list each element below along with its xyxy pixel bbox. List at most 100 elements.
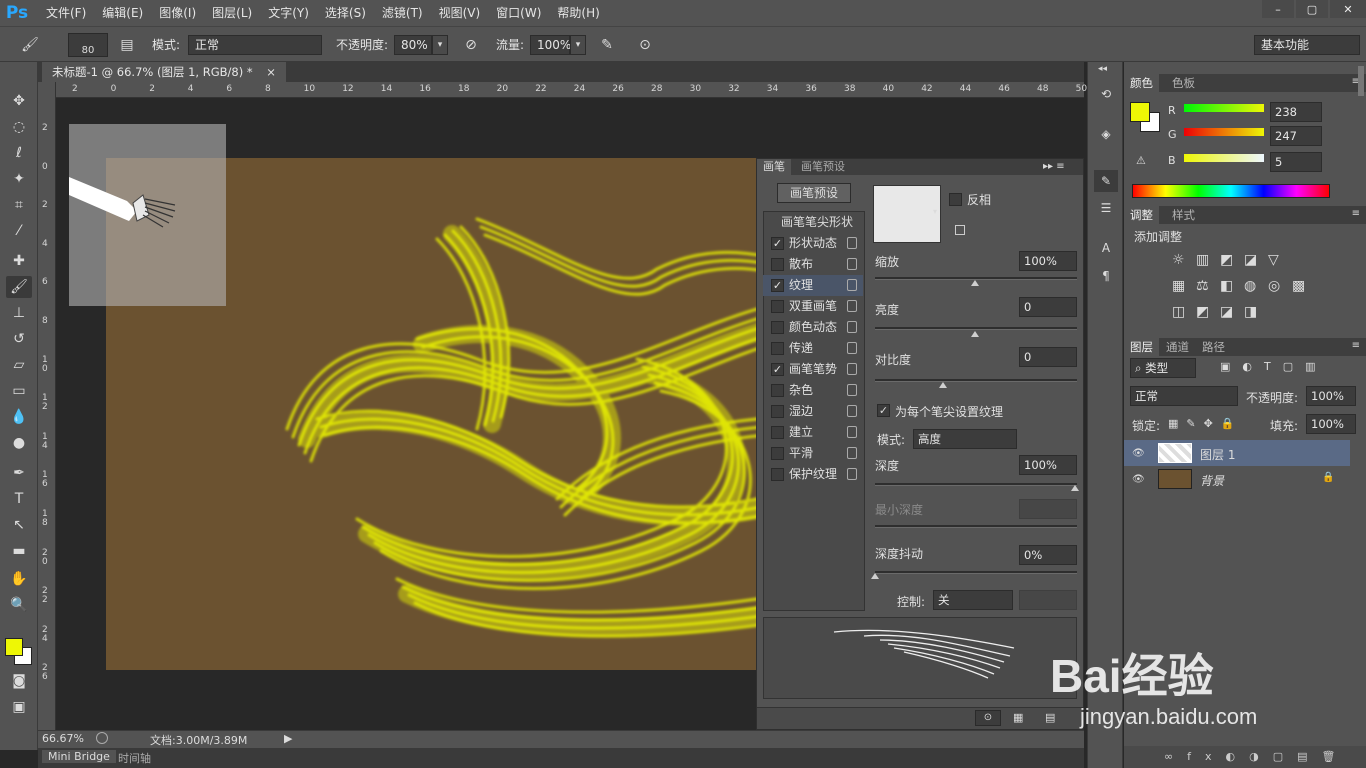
lock-icon[interactable] [847,447,857,459]
adjustment-icon[interactable]: ◩ [1196,304,1209,320]
layer-row-background[interactable]: 👁 背景 🔒 [1124,466,1350,492]
brush-tip-shape-item[interactable]: 画笔笔尖形状 [781,213,853,230]
lock-icons[interactable]: ▦✎✥🔒 [1168,417,1243,430]
layer-filter-select[interactable]: ⌕ 类型 [1130,358,1196,378]
brush-option-item[interactable]: ✓ 形状动态 [763,233,863,254]
blur-tool-icon[interactable]: 💧 [6,406,32,428]
brush-presets-button[interactable]: 画笔预设 [777,183,851,203]
brush-option-item[interactable]: ✓ 画笔笔势 [763,359,863,380]
type-tool-icon[interactable]: T [6,488,32,510]
rectangle-tool-icon[interactable]: ▬ [6,540,32,562]
panel-collapse-icon[interactable]: ▸▸ ≡ [1043,159,1065,175]
menu-item[interactable]: 编辑(E) [96,0,149,26]
adjustment-icon[interactable]: ◪ [1220,304,1233,320]
scale-input[interactable]: 100% [1019,251,1077,271]
brush-option-checkbox[interactable]: ✓ [771,237,784,250]
mode-select[interactable]: 正常 [188,35,322,55]
dodge-tool-icon[interactable]: ● [6,432,32,454]
menu-item[interactable]: 文字(Y) [262,0,315,26]
brush-panel-icon[interactable]: ✎ [1094,170,1118,192]
texture-swatch[interactable] [873,185,941,243]
character-panel-icon[interactable]: A [1097,240,1115,256]
tab-channels[interactable]: 通道 [1160,338,1195,356]
contrast-slider-track[interactable] [875,379,1077,382]
adjust-panel-menu-icon[interactable]: ≡ [1352,208,1360,219]
lock-icon[interactable] [847,405,857,417]
lock-icon[interactable] [847,258,857,270]
airbrush-icon[interactable]: ✎ [596,35,618,55]
gamut-warning-icon[interactable]: ⚠ [1136,154,1146,167]
tab-brush-presets[interactable]: 画笔预设 [795,159,851,175]
brush-option-checkbox[interactable] [771,321,784,334]
adjustment-icon[interactable]: ◧ [1220,278,1233,294]
menu-item[interactable]: 滤镜(T) [376,0,429,26]
pressure-opacity-icon[interactable]: ⊘ [460,35,482,55]
adjustment-icon[interactable]: ▩ [1292,278,1305,294]
brush-option-item[interactable]: 湿边 [763,401,863,422]
brightness-slider-thumb[interactable] [971,331,979,337]
control-select[interactable]: 关 [933,590,1013,610]
layer-name[interactable]: 图层 1 [1200,446,1235,463]
flow-input[interactable]: 100% [530,35,571,55]
brightness-slider-track[interactable] [875,327,1077,330]
layer-opacity-input[interactable]: 100% [1306,386,1356,406]
scale-slider-thumb[interactable] [971,280,979,286]
menu-item[interactable]: 帮助(H) [551,0,605,26]
restore-button[interactable]: ▢ [1296,0,1328,18]
foreground-color-swatch[interactable] [5,638,23,656]
menu-item[interactable]: 视图(V) [433,0,487,26]
eraser-tool-icon[interactable]: ▱ [6,354,32,376]
fill-input[interactable]: 100% [1306,414,1356,434]
red-slider[interactable] [1184,104,1264,112]
tab-mini-bridge[interactable]: Mini Bridge [42,750,116,763]
tab-layers[interactable]: 图层 [1124,338,1159,356]
brush-option-checkbox[interactable] [771,300,784,313]
document-tab[interactable]: 未标题-1 @ 66.7% (图层 1, RGB/8) * × [42,62,286,82]
brush-preset-picker[interactable]: 80 [68,33,108,57]
lock-icon[interactable] [847,342,857,354]
brush-option-checkbox[interactable] [771,258,784,271]
brush-option-item[interactable]: 散布 [763,254,863,275]
marquee-tool-icon[interactable]: ◌ [6,116,32,138]
brush-option-item[interactable]: 颜色动态 [763,317,863,338]
brush-option-checkbox[interactable] [771,426,784,439]
brush-option-item[interactable]: 平滑 [763,443,863,464]
adjustment-icon[interactable]: ◪ [1244,252,1257,268]
history-brush-tool-icon[interactable]: ↺ [6,328,32,350]
collapse-strip-icon[interactable]: ◂◂ [1098,64,1107,74]
green-input[interactable]: 247 [1270,126,1322,146]
layer-row-layer1[interactable]: 👁 图层 1 [1124,440,1350,466]
lock-icon[interactable] [847,279,857,291]
texture-swatch-dropdown[interactable]: ▾ [933,207,937,216]
screen-mode-icon[interactable]: ▣ [6,696,32,718]
adjustment-icon[interactable]: ☼ [1172,252,1185,268]
brush-option-checkbox[interactable] [771,447,784,460]
depth-slider-track[interactable] [875,483,1077,486]
brush-option-checkbox[interactable] [771,384,784,397]
per-tip-checkbox[interactable]: ✓ [877,404,890,417]
create-pattern-icon[interactable] [955,225,965,235]
adjustment-icon[interactable]: ⚖ [1196,278,1209,294]
brush-option-item[interactable]: 保护纹理 [763,464,863,485]
lock-icon[interactable] [847,321,857,333]
adjustment-icon[interactable]: ▥ [1196,252,1209,268]
blue-input[interactable]: 5 [1270,152,1322,172]
red-input[interactable]: 238 [1270,102,1322,122]
brush-option-item[interactable]: 建立 [763,422,863,443]
blue-slider[interactable] [1184,154,1264,162]
hand-tool-icon[interactable]: ✋ [6,568,32,590]
lock-icon[interactable] [847,384,857,396]
pen-tool-icon[interactable]: ✒ [6,462,32,484]
layer-name[interactable]: 背景 [1200,472,1224,489]
lock-icon[interactable] [847,468,857,480]
menu-item[interactable]: 图像(I) [153,0,202,26]
adjustment-icon[interactable]: ▦ [1172,278,1185,294]
visibility-eye-icon[interactable]: 👁 [1132,448,1145,459]
3d-panel-icon[interactable]: ◈ [1097,126,1115,142]
stamp-tool-icon[interactable]: ⊥ [6,302,32,324]
brush-tool-icon[interactable]: 🖌 [6,276,32,298]
depth-jitter-slider-track[interactable] [875,571,1077,574]
brush-option-item[interactable]: 双重画笔 [763,296,863,317]
menu-item[interactable]: 窗口(W) [490,0,547,26]
tab-color[interactable]: 颜色 [1124,74,1159,92]
